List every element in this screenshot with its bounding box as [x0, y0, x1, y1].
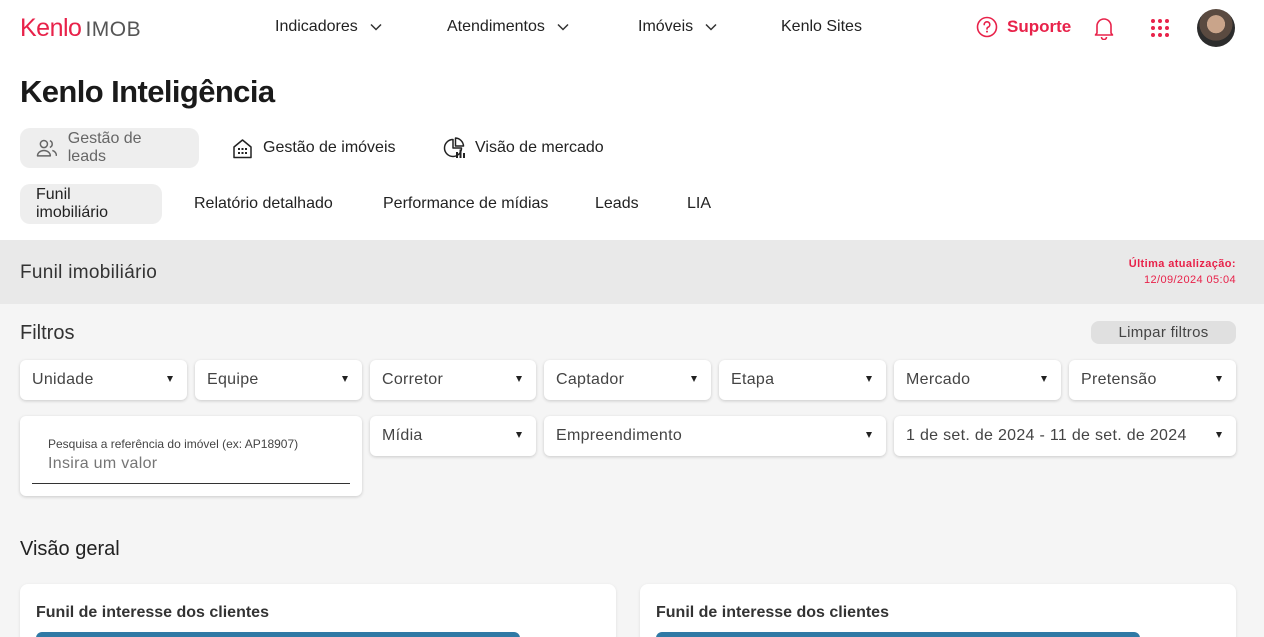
subtab-performance-de-midias-label: Performance de mídias	[383, 195, 549, 212]
support-label: Suporte	[1007, 17, 1072, 36]
filter-pretensao-label: Pretensão	[1081, 371, 1157, 388]
nav-imoveis[interactable]: Imóveis	[638, 18, 717, 36]
chevron-down-icon	[557, 23, 569, 31]
notifications-button[interactable]	[1093, 16, 1115, 45]
filter-unidade-label: Unidade	[32, 371, 94, 388]
tab-gestao-de-leads-label: Gestão de leads	[67, 130, 142, 165]
building-icon	[233, 138, 252, 158]
funnel-bar	[36, 632, 520, 637]
kenlo-logo[interactable]: Kenlo IMOB	[20, 14, 141, 42]
reference-search-field: Pesquisa a referência do imóvel (ex: AP1…	[20, 416, 362, 496]
page-title: Kenlo Inteligência	[20, 74, 275, 109]
apps-menu-button[interactable]	[1151, 19, 1169, 42]
nav-indicadores[interactable]: Indicadores	[275, 18, 382, 36]
caret-down-icon	[866, 432, 872, 438]
funnel-bar	[656, 632, 1140, 637]
caret-down-icon	[1216, 376, 1222, 382]
tab-gestao-de-imoveis[interactable]: Gestão de imóveis	[232, 128, 396, 168]
nav-kenlo-sites-label: Kenlo Sites	[781, 18, 862, 35]
subtab-leads[interactable]: Leads	[595, 184, 639, 224]
filter-unidade[interactable]: Unidade	[20, 360, 187, 400]
help-circle-icon	[976, 16, 998, 38]
filter-midia-label: Mídia	[382, 427, 423, 444]
caret-down-icon	[516, 432, 522, 438]
funnel-card-title: Funil de interesse dos clientes	[36, 604, 269, 621]
overview-title: Visão geral	[20, 538, 120, 560]
nav-kenlo-sites[interactable]: Kenlo Sites	[781, 18, 862, 36]
nav-atendimentos-label: Atendimentos	[447, 18, 545, 35]
bell-icon	[1094, 18, 1114, 41]
top-navbar: Kenlo IMOB Indicadores Atendimentos Imóv…	[0, 0, 1264, 56]
chevron-down-icon	[370, 23, 382, 31]
clear-filters-button[interactable]: Limpar filtros	[1091, 321, 1236, 344]
users-icon	[36, 139, 58, 157]
subtab-funil-imobiliario[interactable]: Funil imobiliário	[20, 184, 162, 224]
filter-mercado-label: Mercado	[906, 371, 971, 388]
filters-title: Filtros	[20, 322, 75, 344]
filter-captador-label: Captador	[556, 371, 625, 388]
funnel-card-title: Funil de interesse dos clientes	[656, 604, 889, 621]
funnel-card: Funil de interesse dos clientes	[640, 584, 1236, 637]
filter-empreendimento[interactable]: Empreendimento	[544, 416, 886, 456]
subtab-funil-imobiliario-label: Funil imobiliário	[36, 186, 109, 221]
caret-down-icon	[167, 376, 173, 382]
reference-search-label: Pesquisa a referência do imóvel (ex: AP1…	[48, 437, 299, 451]
filter-pretensao[interactable]: Pretensão	[1069, 360, 1236, 400]
last-update-value: 12/09/2024 05:04	[1143, 274, 1236, 286]
filter-corretor[interactable]: Corretor	[370, 360, 536, 400]
section-title: Funil imobiliário	[20, 262, 158, 283]
caret-down-icon	[516, 376, 522, 382]
caret-down-icon	[1216, 432, 1222, 438]
input-underline	[32, 483, 350, 484]
logo-product: IMOB	[85, 18, 142, 41]
filter-mercado[interactable]: Mercado	[894, 360, 1061, 400]
subtab-relatorio-detalhado-label: Relatório detalhado	[194, 195, 333, 212]
dashboard-content: Funil imobiliário Última atualização: 12…	[0, 240, 1264, 637]
chart-pie-icon	[443, 137, 465, 158]
caret-down-icon	[1041, 376, 1047, 382]
subtab-lia-label: LIA	[687, 195, 712, 212]
caret-down-icon	[691, 376, 697, 382]
tab-gestao-de-leads[interactable]: Gestão de leads	[20, 128, 199, 168]
nav-imoveis-label: Imóveis	[638, 18, 694, 35]
funnel-card: Funil de interesse dos clientes	[20, 584, 616, 637]
caret-down-icon	[342, 376, 348, 382]
tab-visao-de-mercado[interactable]: Visão de mercado	[443, 128, 604, 168]
subtab-relatorio-detalhado[interactable]: Relatório detalhado	[194, 184, 333, 224]
caret-down-icon	[866, 376, 872, 382]
filter-midia[interactable]: Mídia	[370, 416, 536, 456]
chevron-down-icon	[705, 23, 717, 31]
filter-date-range-label: 1 de set. de 2024 - 11 de set. de 2024	[906, 427, 1187, 444]
subtab-leads-label: Leads	[595, 195, 639, 212]
logo-brand: Kenlo	[20, 14, 82, 42]
filter-empreendimento-label: Empreendimento	[556, 427, 683, 444]
filter-date-range[interactable]: 1 de set. de 2024 - 11 de set. de 2024	[894, 416, 1236, 456]
tab-gestao-de-imoveis-label: Gestão de imóveis	[263, 139, 396, 156]
subtab-performance-de-midias[interactable]: Performance de mídias	[383, 184, 548, 224]
nav-indicadores-label: Indicadores	[275, 18, 358, 35]
filter-equipe-label: Equipe	[207, 371, 259, 388]
apps-grid-icon	[1151, 19, 1169, 37]
reference-search-input[interactable]	[48, 455, 338, 473]
last-update-label: Última atualização:	[1128, 258, 1236, 270]
section-header: Funil imobiliário Última atualização: 12…	[0, 240, 1264, 304]
filter-equipe[interactable]: Equipe	[195, 360, 362, 400]
filter-captador[interactable]: Captador	[544, 360, 711, 400]
nav-atendimentos[interactable]: Atendimentos	[447, 18, 569, 36]
filter-corretor-label: Corretor	[382, 371, 444, 388]
filter-etapa-label: Etapa	[731, 371, 775, 388]
filter-etapa[interactable]: Etapa	[719, 360, 886, 400]
support-button[interactable]: Suporte	[976, 16, 1071, 38]
tab-visao-de-mercado-label: Visão de mercado	[475, 139, 604, 156]
avatar[interactable]	[1197, 9, 1235, 47]
subtab-lia[interactable]: LIA	[687, 184, 711, 224]
